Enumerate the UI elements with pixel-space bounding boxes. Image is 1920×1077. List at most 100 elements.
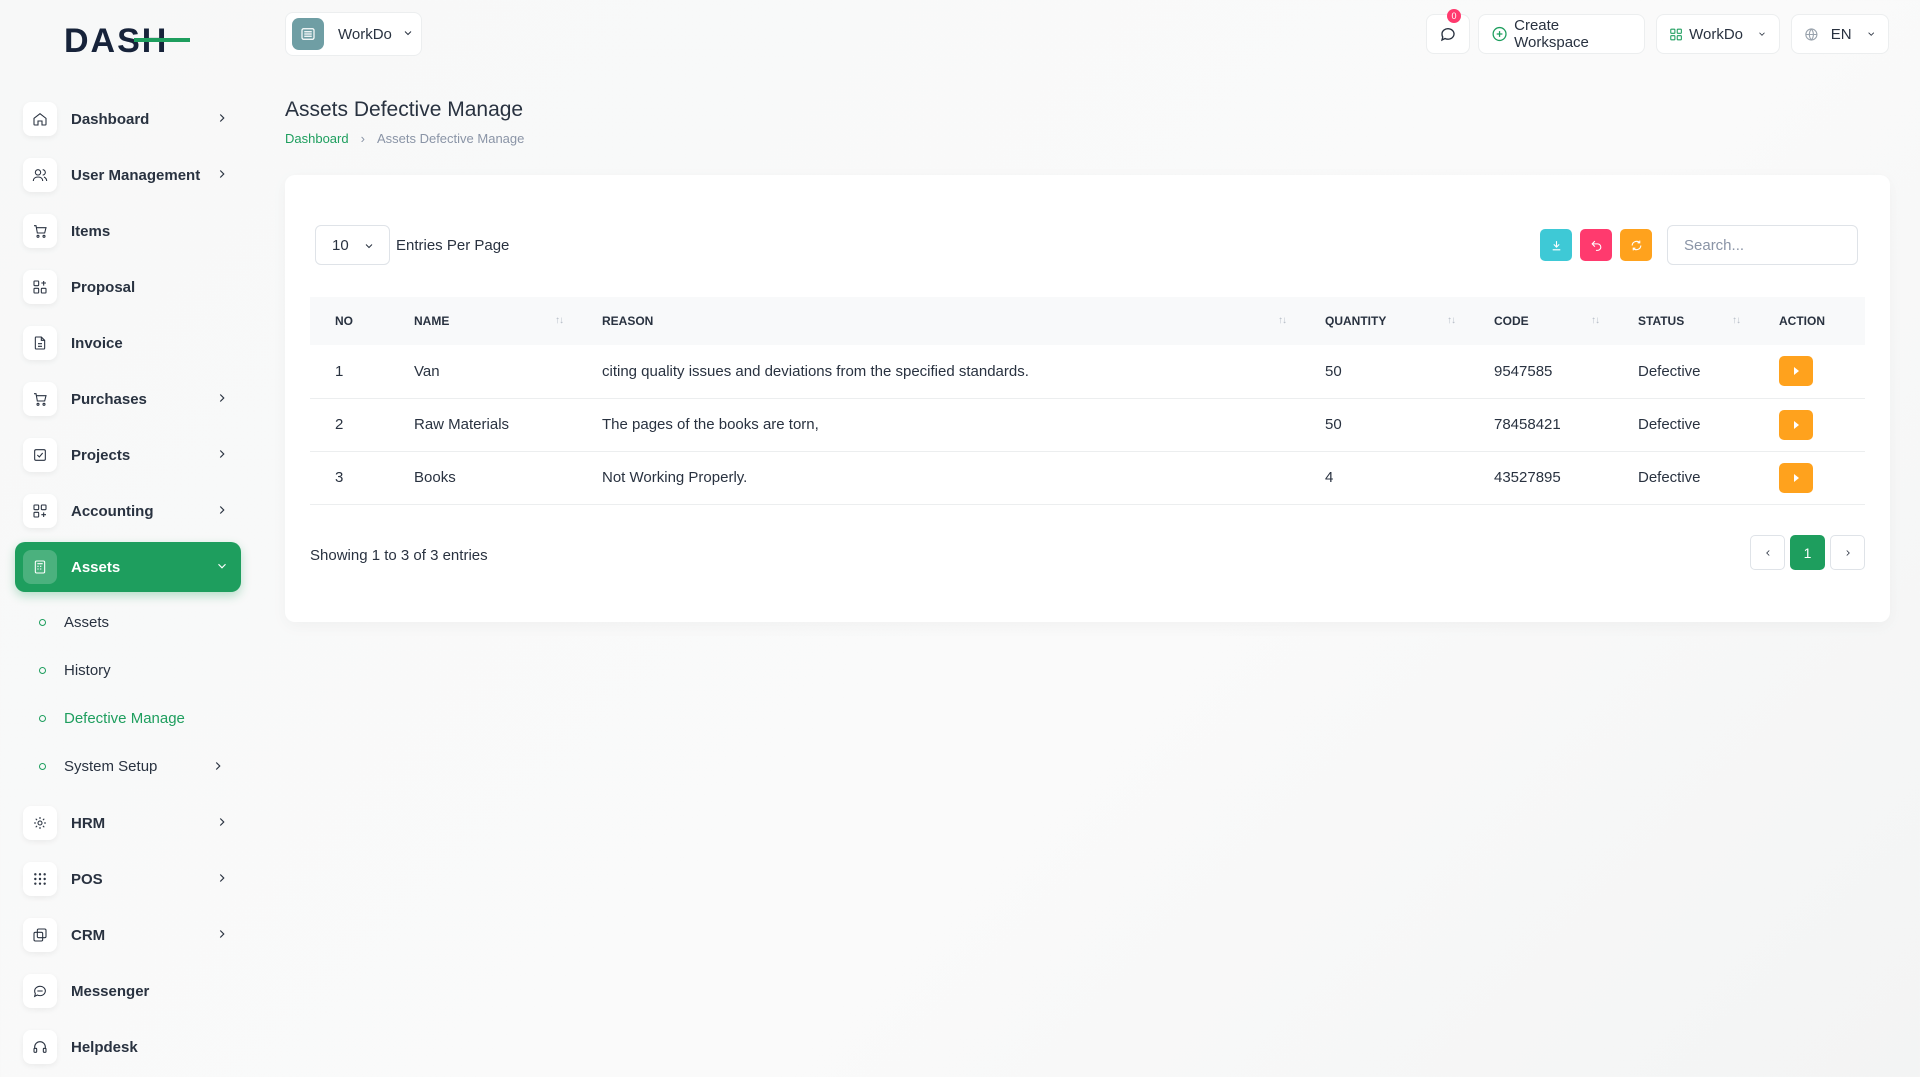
globe-icon bbox=[1805, 27, 1818, 41]
showing-entries-text: Showing 1 to 3 of 3 entries bbox=[310, 547, 488, 564]
cell-name: Van bbox=[389, 345, 577, 399]
plus-circle-icon bbox=[1492, 26, 1507, 42]
prev-page-button[interactable] bbox=[1750, 535, 1785, 570]
sidebar-item-label: CRM bbox=[71, 926, 106, 944]
column-header-no[interactable]: NO bbox=[310, 297, 389, 345]
table-row: 2 Raw Materials The pages of the books a… bbox=[310, 398, 1865, 452]
home-icon bbox=[23, 102, 57, 136]
sidebar-item-items[interactable]: Items bbox=[15, 206, 241, 256]
submenu-item-history[interactable]: History bbox=[15, 646, 241, 694]
sidebar-item-label: HRM bbox=[71, 814, 106, 832]
sidebar-item-assets[interactable]: Assets bbox=[15, 542, 241, 592]
column-header-label: NAME bbox=[414, 314, 450, 328]
chevron-right-icon bbox=[215, 111, 229, 125]
sidebar-item-invoice[interactable]: Invoice bbox=[15, 318, 241, 368]
sidebar-item-purchases[interactable]: Purchases bbox=[15, 374, 241, 424]
cell-no: 2 bbox=[310, 398, 389, 452]
sidebar-item-label: Accounting bbox=[71, 502, 154, 520]
cell-reason: The pages of the books are torn, bbox=[577, 398, 1300, 452]
reload-button[interactable] bbox=[1620, 229, 1652, 261]
chevron-left-icon bbox=[1765, 549, 1770, 556]
per-page-select[interactable]: 10 bbox=[315, 225, 390, 265]
column-header-name[interactable]: NAME ↑↓ bbox=[389, 297, 577, 345]
submenu-item-system-setup[interactable]: System Setup bbox=[15, 742, 241, 790]
file-icon bbox=[23, 326, 57, 360]
sidebar-item-label: POS bbox=[71, 870, 103, 888]
reset-button[interactable] bbox=[1580, 229, 1612, 261]
proposal-icon bbox=[23, 270, 57, 304]
submenu-item-defective-manage[interactable]: Defective Manage bbox=[15, 694, 241, 742]
cell-status: Defective bbox=[1613, 398, 1754, 452]
workspace-switcher[interactable]: WorkDo bbox=[285, 12, 422, 56]
chevron-right-icon bbox=[1845, 549, 1850, 556]
row-action-button[interactable] bbox=[1779, 356, 1813, 387]
cell-reason: Not Working Properly. bbox=[577, 451, 1300, 505]
column-header-label: CODE bbox=[1494, 314, 1529, 328]
cell-reason: citing quality issues and deviations fro… bbox=[577, 345, 1300, 399]
chevron-right-icon bbox=[215, 167, 229, 181]
breadcrumb-home-link[interactable]: Dashboard bbox=[285, 131, 349, 146]
check-square-icon bbox=[23, 438, 57, 472]
messages-button[interactable]: 0 bbox=[1426, 9, 1470, 54]
sidebar-item-hrm[interactable]: HRM bbox=[15, 798, 241, 848]
refresh-icon bbox=[1631, 240, 1641, 250]
row-action-button[interactable] bbox=[1779, 462, 1813, 493]
defective-table: NO NAME ↑↓ REASON ↑↓ QUANTITY ↑↓ CODE ↑↓ STA… bbox=[310, 297, 1865, 505]
column-header-status[interactable]: STATUS ↑↓ bbox=[1613, 297, 1754, 345]
sort-icon: ↑↓ bbox=[555, 315, 564, 326]
page-button[interactable]: 1 bbox=[1790, 535, 1825, 570]
cell-action bbox=[1754, 398, 1865, 452]
column-header-reason[interactable]: REASON ↑↓ bbox=[577, 297, 1300, 345]
workspace-name: WorkDo bbox=[338, 25, 392, 43]
submenu-item-assets[interactable]: Assets bbox=[15, 598, 241, 646]
cell-name: Raw Materials bbox=[389, 398, 577, 452]
play-icon bbox=[1794, 420, 1799, 429]
sidebar: DASH Dashboard User Management Items Pro… bbox=[0, 0, 255, 1077]
breadcrumb-current: Assets Defective Manage bbox=[376, 131, 525, 146]
sidebar-item-user-management[interactable]: User Management bbox=[15, 150, 241, 200]
chevron-right-icon bbox=[211, 759, 225, 777]
sidebar-item-dashboard[interactable]: Dashboard bbox=[15, 94, 241, 144]
workdo-menu-button[interactable]: WorkDo bbox=[1656, 14, 1780, 54]
chevron-down-icon bbox=[215, 559, 229, 573]
column-header-action: ACTION bbox=[1754, 297, 1865, 345]
sidebar-item-messenger[interactable]: Messenger bbox=[15, 966, 241, 1016]
column-header-label: ACTION bbox=[1779, 314, 1825, 328]
layers-icon bbox=[23, 918, 57, 952]
sidebar-item-accounting[interactable]: Accounting bbox=[15, 486, 241, 536]
sidebar-item-label: Proposal bbox=[71, 278, 136, 296]
cell-status: Defective bbox=[1613, 451, 1754, 505]
next-page-button[interactable] bbox=[1830, 535, 1865, 570]
cell-quantity: 50 bbox=[1300, 398, 1469, 452]
sort-icon: ↑↓ bbox=[1447, 315, 1456, 326]
sidebar-item-label: Dashboard bbox=[71, 110, 150, 128]
sidebar-item-pos[interactable]: POS bbox=[15, 854, 241, 904]
sidebar-item-label: Projects bbox=[71, 446, 131, 464]
sort-icon: ↑↓ bbox=[1732, 315, 1741, 326]
apps-icon bbox=[1670, 28, 1682, 40]
language-selector[interactable]: EN bbox=[1791, 14, 1889, 54]
dash-logo[interactable]: DASH bbox=[64, 22, 194, 58]
create-workspace-button[interactable]: Create Workspace bbox=[1478, 14, 1645, 54]
sidebar-item-label: Invoice bbox=[71, 334, 123, 352]
export-button[interactable] bbox=[1540, 229, 1572, 261]
sidebar-item-crm[interactable]: CRM bbox=[15, 910, 241, 960]
sidebar-item-proposal[interactable]: Proposal bbox=[15, 262, 241, 312]
cart-icon bbox=[23, 214, 57, 248]
table-header-row: NO NAME ↑↓ REASON ↑↓ QUANTITY ↑↓ CODE ↑↓ STA… bbox=[310, 297, 1865, 345]
page-title: Assets Defective Manage bbox=[285, 98, 524, 121]
column-header-quantity[interactable]: QUANTITY ↑↓ bbox=[1300, 297, 1469, 345]
breadcrumb-separator-icon: › bbox=[360, 131, 365, 146]
search-input[interactable] bbox=[1667, 225, 1858, 265]
chevron-down-icon bbox=[402, 26, 414, 43]
cell-no: 3 bbox=[310, 451, 389, 505]
sidebar-item-projects[interactable]: Projects bbox=[15, 430, 241, 480]
row-action-button[interactable] bbox=[1779, 409, 1813, 440]
assets-submenu: Assets History Defective Manage System S… bbox=[15, 598, 241, 790]
calculator-icon bbox=[23, 550, 57, 584]
column-header-code[interactable]: CODE ↑↓ bbox=[1469, 297, 1613, 345]
table-row: 1 Van citing quality issues and deviatio… bbox=[310, 345, 1865, 399]
chevron-right-icon bbox=[215, 871, 229, 885]
sidebar-item-label: Purchases bbox=[71, 390, 147, 408]
sidebar-item-helpdesk[interactable]: Helpdesk bbox=[15, 1022, 241, 1072]
